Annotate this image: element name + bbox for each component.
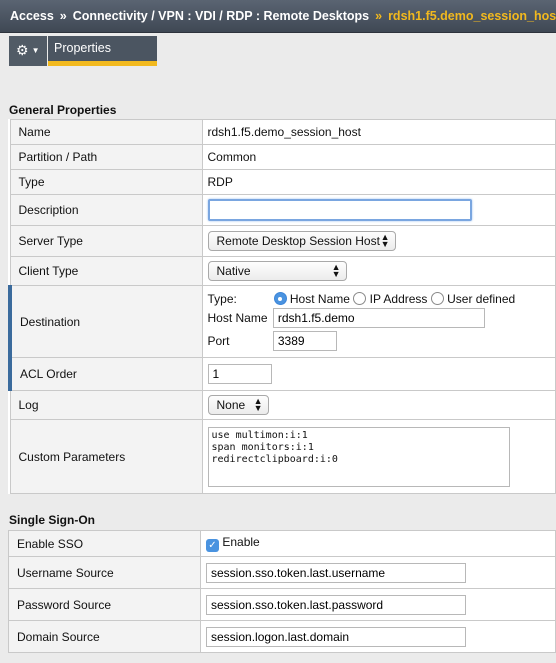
type-value: RDP — [201, 169, 556, 195]
partition-value: Common — [201, 144, 556, 170]
chevron-down-icon: ▼ — [31, 46, 40, 55]
custom-parameters-textarea[interactable]: use multimon:i:1 span monitors:i:1 redir… — [207, 426, 510, 487]
row-name: Name rdsh1.f5.demo_session_host — [9, 119, 556, 145]
breadcrumb-item-access[interactable]: Access — [10, 9, 54, 23]
general-properties-table: Name rdsh1.f5.demo_session_host Partitio… — [8, 119, 556, 494]
acl-order-label: ACL Order — [8, 357, 203, 391]
breadcrumb: Access » Connectivity / VPN : VDI / RDP : … — [0, 0, 556, 33]
sso-table: Enable SSO ✓ Enable Username Source Pass… — [8, 530, 556, 653]
port-row: Port — [208, 331, 556, 351]
select-arrows-icon: ▲ ▼ — [380, 232, 390, 249]
general-properties-title: General Properties — [9, 103, 117, 117]
name-value: rdsh1.f5.demo_session_host — [201, 119, 556, 145]
radio-ip-address[interactable]: IP Address — [353, 292, 427, 306]
server-type-value: Remote Desktop Session Host — [216, 234, 380, 248]
host-name-input[interactable] — [272, 308, 485, 328]
row-custom-parameters: Custom Parameters use multimon:i:1 span … — [9, 419, 556, 494]
name-label: Name — [9, 119, 203, 145]
breadcrumb-item-remote-desktops[interactable]: Connectivity / VPN : VDI / RDP : Remote … — [73, 9, 369, 23]
radio-host-name[interactable]: Host Name — [273, 292, 350, 306]
row-client-type: Client Type Native ▲ ▼ — [9, 256, 556, 286]
log-select[interactable]: None ▲ ▼ — [207, 395, 269, 415]
row-log: Log None ▲ ▼ — [9, 390, 556, 420]
select-arrows-icon: ▲ ▼ — [331, 262, 341, 279]
username-source-input[interactable] — [206, 562, 466, 583]
acl-order-input[interactable] — [207, 364, 272, 384]
single-sign-on-title: Single Sign-On — [9, 513, 95, 527]
client-type-select[interactable]: Native ▲ ▼ — [207, 261, 347, 281]
row-destination: Destination Type: Host Name IP Address U… — [8, 285, 556, 358]
row-username-source: Username Source — [8, 556, 556, 589]
password-source-label: Password Source — [8, 588, 201, 621]
partition-label: Partition / Path — [9, 144, 203, 170]
row-domain-source: Domain Source — [8, 620, 556, 653]
row-type: Type RDP — [9, 169, 556, 195]
row-acl-order: ACL Order — [8, 357, 556, 391]
port-input[interactable] — [272, 331, 337, 351]
tab-properties[interactable]: Properties — [48, 36, 157, 66]
destination-type-label: Type: — [207, 292, 237, 306]
custom-parameters-label: Custom Parameters — [9, 419, 203, 494]
custom-parameter-line: redirectclipboard:i:0 — [211, 453, 338, 465]
password-source-input[interactable] — [206, 594, 466, 615]
server-type-select[interactable]: Remote Desktop Session Host ▲ ▼ — [207, 231, 396, 251]
domain-source-input[interactable] — [206, 626, 466, 647]
breadcrumb-separator-icon: » — [59, 9, 67, 23]
destination-label: Destination — [8, 285, 203, 358]
radio-user-defined[interactable]: User defined — [430, 292, 515, 306]
tab-active-indicator — [48, 61, 157, 66]
log-label: Log — [9, 390, 203, 420]
row-enable-sso: Enable SSO ✓ Enable — [8, 530, 556, 557]
radio-icon — [430, 292, 444, 305]
server-type-label: Server Type — [9, 225, 203, 257]
breadcrumb-current: rdsh1.f5.demo_session_host — [388, 9, 556, 23]
enable-sso-label: Enable SSO — [8, 530, 201, 557]
gear-menu-button[interactable]: ⚙ ▼ — [9, 36, 47, 66]
custom-parameter-line: span monitors:i:1 — [211, 441, 314, 453]
enable-sso-text: Enable — [222, 535, 260, 549]
select-arrows-icon: ▲ ▼ — [253, 396, 263, 413]
client-type-value: Native — [216, 264, 251, 278]
checkbox-checked-icon: ✓ — [206, 539, 219, 552]
description-label: Description — [9, 194, 203, 226]
tab-properties-label: Properties — [54, 41, 111, 55]
type-label: Type — [9, 169, 203, 195]
gear-icon: ⚙ — [16, 42, 29, 58]
description-input[interactable] — [207, 199, 472, 221]
breadcrumb-separator-icon: » — [375, 9, 383, 23]
username-source-label: Username Source — [8, 556, 201, 589]
host-name-row: Host Name — [208, 308, 556, 328]
port-label: Port — [207, 334, 230, 348]
log-value: None — [216, 398, 246, 412]
row-partition: Partition / Path Common — [9, 144, 556, 170]
client-type-label: Client Type — [9, 256, 203, 286]
custom-parameter-line: use multimon:i:1 — [211, 429, 308, 441]
row-description: Description — [9, 194, 556, 226]
row-server-type: Server Type Remote Desktop Session Host … — [9, 225, 556, 257]
radio-selected-icon — [273, 292, 287, 305]
radio-icon — [353, 292, 367, 305]
row-password-source: Password Source — [8, 588, 556, 621]
domain-source-label: Domain Source — [8, 620, 201, 653]
enable-sso-checkbox[interactable]: ✓ Enable — [206, 535, 260, 552]
host-name-label: Host Name — [207, 311, 268, 325]
destination-type-row: Type: Host Name IP Address User defined — [208, 292, 556, 306]
tab-bar: ⚙ ▼ Properties — [0, 34, 556, 67]
